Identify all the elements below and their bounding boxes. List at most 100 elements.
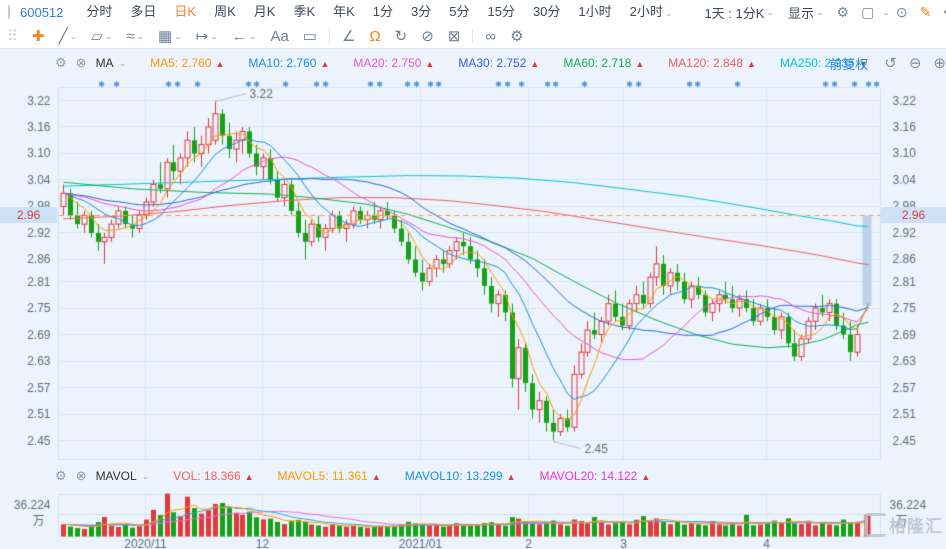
ma-value: MA120: 2.848▲ [668, 56, 756, 70]
tab-1小时[interactable]: 1小时 [569, 0, 620, 24]
ray-tool-icon[interactable]: ↦⌄ [189, 27, 225, 45]
ma-indicator-bar: ⚙ ⊗ MA ⌄ MA5: 2.760▲MA10: 2.760▲MA20: 2.… [55, 50, 868, 76]
vol-settings-icon[interactable]: ⚙ [55, 468, 67, 484]
current-price-tag-left: 2.96 [0, 207, 57, 223]
up-arrow-icon: ▲ [372, 472, 381, 482]
refresh-tool-icon[interactable]: ↻ [388, 27, 415, 45]
mavol-value: VOL: 18.366▲ [173, 469, 253, 483]
ma-indicator-title[interactable]: MA [96, 56, 114, 70]
vol-indicator-title[interactable]: MAVOL [96, 469, 137, 483]
zoom-out-icon[interactable]: ⊖ [909, 54, 922, 72]
ma-value: MA20: 2.750 ▲ [353, 56, 434, 70]
mavol-label: MAVOL5: 11.361 [278, 469, 368, 483]
tab-分时[interactable]: 分时 [77, 0, 121, 24]
volume-indicator-bar: ⚙ ⊗ MAVOL ⌄ VOL: 18.366▲MAVOL5: 11.361▲M… [55, 463, 650, 489]
tab-多日[interactable]: 多日 [121, 0, 165, 24]
chevron-down-icon[interactable]: ⌄ [766, 7, 774, 18]
fibonacci-tool-icon[interactable]: ▦⌄ [151, 27, 189, 45]
mavol-value: MAVOL5: 11.361 ▲ [278, 469, 381, 483]
up-arrow-icon: ▲ [530, 59, 539, 69]
up-arrow-icon: ▲ [641, 472, 650, 482]
ma-values: MA5: 2.760▲MA10: 2.760▲MA20: 2.750▲MA30:… [126, 56, 867, 70]
chevron-down-icon[interactable]: ⌄ [210, 31, 218, 42]
chevron-down-icon[interactable]: ⌄ [105, 31, 113, 42]
tab-年K[interactable]: 年K [324, 0, 364, 24]
ma-value: MA60: 2.718 ▲ [563, 56, 644, 70]
ma-value: MA5: 2.760 ▲ [150, 56, 224, 70]
fullscreen-icon[interactable]: ✥ [937, 4, 946, 21]
tab-周K[interactable]: 周K [205, 0, 245, 24]
up-arrow-icon: ▲ [215, 59, 224, 69]
chevron-down-icon[interactable]: ⌄ [174, 31, 182, 42]
move-tool-icon[interactable]: ✚ [25, 27, 52, 45]
mavol-value: MAVOL20: 14.122▲ [540, 469, 651, 483]
chevron-down-icon[interactable]: ⌄ [136, 31, 144, 42]
chevron-down-icon[interactable]: ⌄ [665, 8, 673, 18]
ma-value: MA30: 2.752▲ [458, 56, 539, 70]
mavol-value: MAVOL10: 13.299▲ [405, 469, 516, 483]
top-toolbar-right: 1天 : 1分K⌄显示⌄⚙▢⌄⊙✎✥F10 [697, 3, 946, 22]
toolbar-separator [472, 29, 473, 43]
vol-values: VOL: 18.366▲MAVOL5: 11.361▲MAVOL10: 13.2… [149, 469, 650, 483]
chevron-down-icon[interactable]: ⌄ [249, 31, 257, 42]
tab-2小时[interactable]: 2小时⌄ [621, 0, 682, 25]
top-toolbar: 600512 分时多日日K周K月K季K年K1分3分5分15分30分1小时2小时⌄… [0, 0, 946, 25]
tab-5分[interactable]: 5分 [440, 0, 478, 24]
layout-icon[interactable]: ▢ [855, 4, 880, 21]
chevron-down-icon[interactable]: ⌄ [119, 58, 127, 69]
window-icon[interactable] [8, 5, 10, 19]
link-tool-icon[interactable]: ∞ [478, 28, 503, 45]
tab-3分[interactable]: 3分 [402, 0, 440, 24]
mavol-label: MAVOL20: 14.122 [540, 469, 638, 483]
watermark-logo [865, 513, 886, 537]
up-arrow-icon: ▲ [635, 59, 644, 69]
chevron-down-icon[interactable]: ⌄ [142, 471, 150, 482]
tab-15分[interactable]: 15分 [478, 0, 523, 24]
text-tool-icon[interactable]: Aa [263, 28, 295, 45]
period-tabs: 分时多日日K周K月K季K年K1分3分5分15分30分1小时2小时⌄ [77, 0, 681, 24]
stock-code[interactable]: 600512 [20, 5, 63, 20]
drawing-toolbar: ⠿✚╱⌄▱⌄≈⌄▦⌄↦⌄←⌄Aa▭ ∠Ω↻⊘⊠ ∞⚙ [0, 24, 946, 49]
up-arrow-icon: ▲ [507, 472, 516, 482]
tab-1分[interactable]: 1分 [364, 0, 402, 24]
watermark-text: 格隆汇 [889, 512, 943, 537]
draw-settings-icon[interactable]: ⚙ [503, 27, 530, 45]
watermark: 格隆汇 [865, 512, 943, 537]
ma-label: MA60: 2.718 [563, 56, 631, 70]
tab-季K[interactable]: 季K [284, 0, 324, 24]
chevron-down-icon[interactable]: ⌄ [70, 31, 78, 42]
camera-icon[interactable]: ⊙ [890, 4, 914, 21]
drawing-tools: ⠿✚╱⌄▱⌄≈⌄▦⌄↦⌄←⌄Aa▭ ∠Ω↻⊘⊠ ∞⚙ [0, 27, 531, 45]
display-menu[interactable]: 显示⌄ [781, 3, 831, 22]
magnet-tool-icon[interactable]: Ω [362, 28, 387, 45]
delete-drawings-icon[interactable]: ⊠ [441, 27, 468, 45]
chevron-down-icon[interactable]: ⌄ [882, 7, 890, 18]
arrow-tool-icon[interactable]: ←⌄ [225, 28, 264, 45]
vol-close-icon[interactable]: ⊗ [76, 468, 87, 484]
channel-tool-icon[interactable]: ▱⌄ [84, 27, 119, 45]
angle-tool-icon[interactable]: ∠ [335, 27, 362, 45]
up-arrow-icon: ▲ [425, 59, 434, 69]
tab-30分[interactable]: 30分 [524, 0, 569, 24]
tab-日K[interactable]: 日K [165, 0, 205, 24]
ma-label: MA10: 2.760 [248, 56, 316, 70]
ma-settings-icon[interactable]: ⚙ [55, 55, 67, 71]
period-combo[interactable]: 1天 : 1分K⌄ [697, 3, 781, 22]
ma-label: MA5: 2.760 [150, 56, 211, 70]
tab-月K[interactable]: 月K [245, 0, 285, 24]
trendline-tool-icon[interactable]: ╱⌄ [52, 27, 85, 45]
note-tool-icon[interactable]: ▭ [296, 27, 324, 45]
undo-icon[interactable]: ↺ [884, 54, 897, 72]
drag-handle-icon[interactable]: ⠿ [0, 27, 25, 45]
settings-icon[interactable]: ⚙ [831, 4, 856, 21]
hide-drawings-icon[interactable]: ⊘ [414, 27, 441, 45]
wave-tool-icon[interactable]: ≈⌄ [119, 28, 151, 45]
ma-label: MA20: 2.750 [353, 56, 421, 70]
up-arrow-icon: ▲ [320, 59, 329, 69]
fuquan-button[interactable]: 前复权 [829, 54, 868, 73]
zoom-in-icon[interactable]: ⊕ [933, 54, 946, 72]
draw-pencil-icon[interactable]: ✎ [914, 4, 938, 21]
up-arrow-icon: ▲ [747, 59, 756, 69]
ma-close-icon[interactable]: ⊗ [76, 55, 87, 71]
chevron-down-icon[interactable]: ⌄ [816, 7, 824, 18]
